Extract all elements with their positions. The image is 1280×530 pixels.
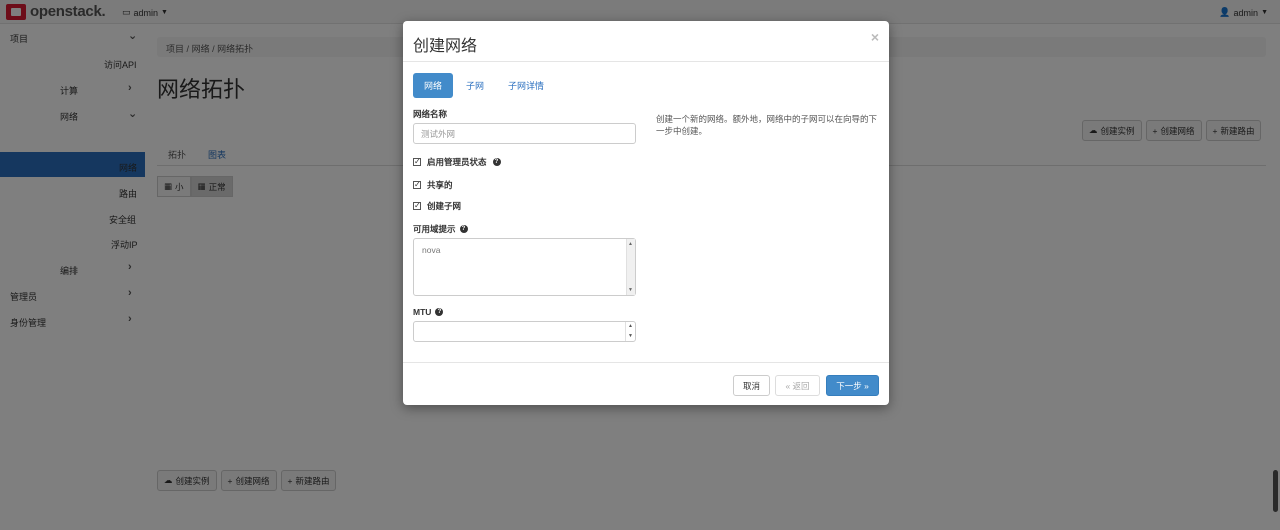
scroll-down-icon[interactable]: ▼ <box>628 287 633 293</box>
mtu-label: MTU ? <box>413 307 444 317</box>
admin-state-checkbox-row[interactable]: ✓ 启用管理员状态 ? <box>413 156 501 168</box>
back-button[interactable]: « 返回 <box>775 375 820 396</box>
question-icon[interactable]: ? <box>435 308 444 316</box>
modal-header: 创建网络 × <box>403 21 889 62</box>
availability-zone-label: 可用域提示 ? <box>413 223 468 235</box>
create-subnet-label: 创建子网 <box>427 201 462 211</box>
create-network-dialog: 创建网络 × 网络 子网 子网详情 网络名称 测试外网 ✓ 启用管理员状态 ? … <box>403 21 889 405</box>
modal-title: 创建网络 <box>413 38 478 55</box>
question-icon[interactable]: ? <box>492 158 501 166</box>
network-name-label: 网络名称 <box>413 109 448 119</box>
tab-subnet[interactable]: 子网 <box>455 73 495 98</box>
availability-zone-option[interactable]: nova <box>422 245 440 255</box>
availability-zone-listbox[interactable]: nova ▲ ▼ <box>413 238 636 296</box>
tab-network[interactable]: 网络 <box>413 73 454 98</box>
create-subnet-checkbox[interactable]: ✓ <box>413 202 421 210</box>
mtu-spinner[interactable]: ▲ ▼ <box>625 322 635 341</box>
network-name-input[interactable]: 测试外网 <box>413 123 636 144</box>
admin-state-label: 启用管理员状态 <box>427 157 487 167</box>
admin-state-checkbox[interactable]: ✓ <box>413 158 421 166</box>
tab-subnet-details[interactable]: 子网详情 <box>497 73 555 98</box>
network-name-placeholder: 测试外网 <box>421 128 456 139</box>
spin-down-icon[interactable]: ▼ <box>628 333 633 339</box>
scroll-up-icon[interactable]: ▲ <box>628 241 633 247</box>
listbox-scrollbar[interactable]: ▲ ▼ <box>626 239 635 295</box>
modal-footer: 取消 « 返回 下一步 » <box>403 362 889 405</box>
spin-up-icon[interactable]: ▲ <box>628 323 633 329</box>
question-icon[interactable]: ? <box>459 225 468 233</box>
shared-label: 共享的 <box>427 180 453 190</box>
wizard-tabs: 网络 子网 子网详情 <box>413 73 555 98</box>
close-icon[interactable]: × <box>871 29 879 45</box>
shared-checkbox[interactable]: ✓ <box>413 181 421 189</box>
mtu-input[interactable]: ▲ ▼ <box>413 321 636 342</box>
help-description: 创建一个新的网络。额外地，网络中的子网可以在向导的下一步中创建。 <box>656 114 878 136</box>
cancel-button[interactable]: 取消 <box>733 375 770 396</box>
shared-checkbox-row[interactable]: ✓ 共享的 <box>413 179 453 191</box>
create-subnet-checkbox-row[interactable]: ✓ 创建子网 <box>413 200 461 212</box>
next-button[interactable]: 下一步 » <box>826 375 879 396</box>
